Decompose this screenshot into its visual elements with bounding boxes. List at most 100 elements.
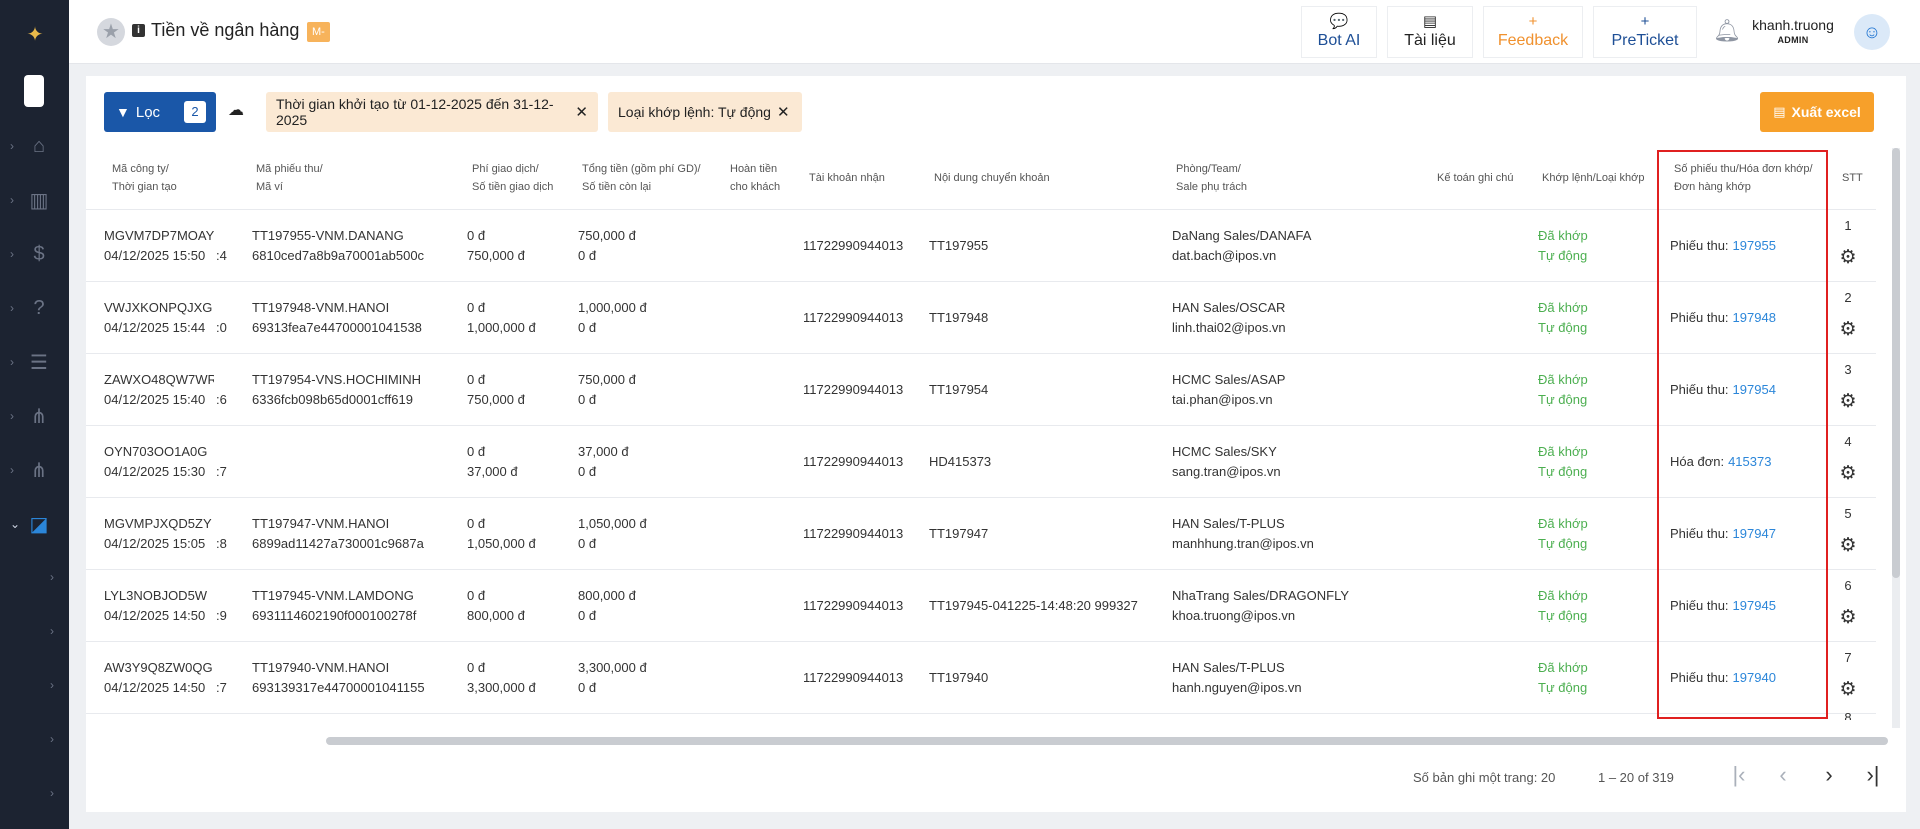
chevron-right-icon[interactable]: › [50,786,54,800]
table-cell: DaNang Sales/DANAFA dat.bach@ipos.vn [1172,226,1432,266]
table-cell: 0 đ 1,000,000 đ [467,298,567,338]
cell-company: MGVM7DP7MOAY [104,228,214,243]
col-label: Số tiền giao dịch [472,181,554,193]
cell-sale: linh.thai02@ipos.vn [1172,320,1286,335]
cell-team: HCMC Sales/SKY [1172,444,1277,459]
sidebar-search-box[interactable] [24,75,44,107]
cell-status: Đã khớp [1538,444,1588,459]
question-icon: ? [33,296,45,319]
cloud-download-icon[interactable]: ☁ [228,100,244,120]
cell-time-overflow: :0 [216,320,227,335]
cell-status: Đã khớp [1538,516,1588,531]
highlight-box [1657,150,1828,719]
chevron-right-icon[interactable]: › [50,678,54,692]
bell-icon[interactable]: 🔔︎ [1713,18,1741,44]
gear-icon[interactable]: ⚙ [1836,462,1860,485]
chevron-right-icon[interactable]: › [50,624,54,638]
page-title: Tiền về ngân hàng [151,20,300,40]
col-label: Số tiền còn lại [582,181,652,193]
chevron-right-icon[interactable]: › [50,732,54,746]
close-icon[interactable]: ✕ [777,103,790,121]
col-team[interactable]: Phòng/Team/Sale phụ trách [1176,160,1247,196]
table-cell: LYL3NOBJOD5W 04/12/2025 14:50 [104,586,214,626]
table-cell: TT197940 [929,668,1169,688]
col-match[interactable]: Khớp lệnh/Loại khớp [1542,169,1645,187]
first-page-button[interactable]: |‹ [1724,762,1754,788]
bot-ai-button[interactable]: 💬 Bot AI [1301,6,1377,58]
col-account[interactable]: Tài khoản nhận [809,169,885,187]
per-page-text[interactable]: Số bản ghi một trang: 20 [1413,770,1555,785]
bank-transfer-icon: ◪ [29,513,49,536]
favorite-star-icon[interactable]: ★ [97,18,125,46]
table-row[interactable]: AW3Y9Q8ZW0QG 04/12/2025 14:50 TT197940-VNM… [86,642,1876,714]
table-cell: 750,000 đ 0 đ [578,370,718,410]
cell-fee: 0 đ [467,660,486,675]
cell-status: Đã khớp [1538,372,1588,387]
sidebar-item-network-2[interactable]: › ⋔ [0,450,69,490]
user-info[interactable]: khanh.truong ADMIN [1749,17,1837,45]
col-stt[interactable]: STT [1842,169,1863,187]
cell-receipt: TT197948-VNM.HANOI [252,300,390,315]
sidebar-item-network[interactable]: › ⋔ [0,396,69,436]
col-refund[interactable]: Hoàn tiền cho khách [730,160,780,196]
vertical-scrollbar-thumb[interactable] [1892,148,1900,578]
prev-page-button[interactable]: ‹ [1768,762,1798,788]
export-excel-button[interactable]: ▤ Xuất excel [1760,92,1874,132]
col-note[interactable]: Kế toán ghi chú [1437,169,1513,187]
col-content[interactable]: Nội dung chuyển khoản [934,169,1050,187]
table-row[interactable]: OYN703OO1A0G 04/12/2025 15:30 0 đ 37,000 đ3… [86,426,1876,498]
cell-sale: tai.phan@ipos.vn [1172,392,1273,407]
cell-time: 04/12/2025 15:50 [104,248,206,263]
filter-button[interactable]: ▼ Lọc 2 [104,92,216,132]
gear-icon[interactable]: ⚙ [1836,390,1860,413]
cell-company: AW3Y9Q8ZW0QG [104,660,213,675]
table-row[interactable]: MGVMPJXQD5ZY 04/12/2025 15:05 TT197947-VNM… [86,498,1876,570]
close-icon[interactable]: ✕ [575,103,588,121]
col-receipt[interactable]: Mã phiếu thu/Mã ví [256,160,323,196]
vertical-scrollbar[interactable] [1892,148,1900,728]
cell-remain: 0 đ [578,248,597,263]
cell-company: VWJXKONPQJXG [104,300,213,315]
table-cell: TT197948 [929,308,1169,328]
horizontal-scrollbar[interactable] [326,737,1888,745]
table-row[interactable]: ZAWXO48QW7WR 04/12/2025 15:40 TT197954-VNS… [86,354,1876,426]
preticket-button[interactable]: + PreTicket [1593,6,1697,58]
avatar[interactable]: ☺ [1854,14,1890,50]
table-cell: 11722990944013 [803,380,913,400]
gear-icon[interactable]: ⚙ [1836,246,1860,269]
feedback-button[interactable]: + Feedback [1483,6,1583,58]
gear-icon[interactable]: ⚙ [1836,606,1860,629]
info-icon[interactable]: i [132,24,145,37]
chevron-right-icon: › [10,463,14,477]
table-row[interactable]: LYL3NOBJOD5W 04/12/2025 14:50 TT197945-VNM… [86,570,1876,642]
sidebar-item-list[interactable]: › ☰ [0,342,69,382]
sidebar-item-finance[interactable]: › $ [0,234,69,274]
table-cell: HAN Sales/T-PLUS manhhung.tran@ipos.vn [1172,514,1432,554]
sidebar-item-help[interactable]: ›? [0,288,69,328]
cell-total: 800,000 đ [578,588,636,603]
sidebar-item-bank[interactable]: ⌄ ◪ [0,504,69,544]
gear-icon[interactable]: ⚙ [1836,678,1860,701]
main-card: ▼ Lọc 2 ☁ Thời gian khởi tạo từ 01-12-20… [86,76,1906,812]
cell-time: 04/12/2025 15:05 [104,536,206,551]
table-row[interactable]: MGVM7DP7MOAY 04/12/2025 15:50 TT197955-VNM… [86,210,1876,282]
table-cell: 11722990944013 [803,452,913,472]
cell-account: 11722990944013 [803,310,904,325]
feedback-label: Feedback [1497,32,1569,49]
cell-mtype: Tự động [1538,464,1588,479]
cell-receipt: TT197947-VNM.HANOI [252,516,390,531]
docs-button[interactable]: ▤ Tài liệu [1387,6,1473,58]
chevron-right-icon[interactable]: › [50,570,54,584]
col-fee[interactable]: Phí giao dịch/Số tiền giao dịch [472,160,553,196]
next-page-button[interactable]: › [1814,762,1844,788]
gear-icon[interactable]: ⚙ [1836,318,1860,341]
gear-icon[interactable]: ⚙ [1836,534,1860,557]
col-company[interactable]: Mã công ty/Thời gian tạo [112,160,177,196]
col-total[interactable]: Tổng tiền (gồm phí GD)/ Số tiền còn lại [582,160,701,196]
sidebar-item-home[interactable]: › ⌂ [0,126,69,166]
table-row[interactable]: VWJXKONPQJXG 04/12/2025 15:44 TT197948-VNM… [86,282,1876,354]
last-page-button[interactable]: ›| [1858,762,1888,788]
table-cell: TT197947-VNM.HANOI 6899ad11427a730001c968… [252,514,462,554]
sidebar-item-reports[interactable]: › ▥ [0,180,69,220]
cell-fee: 0 đ [467,300,486,315]
